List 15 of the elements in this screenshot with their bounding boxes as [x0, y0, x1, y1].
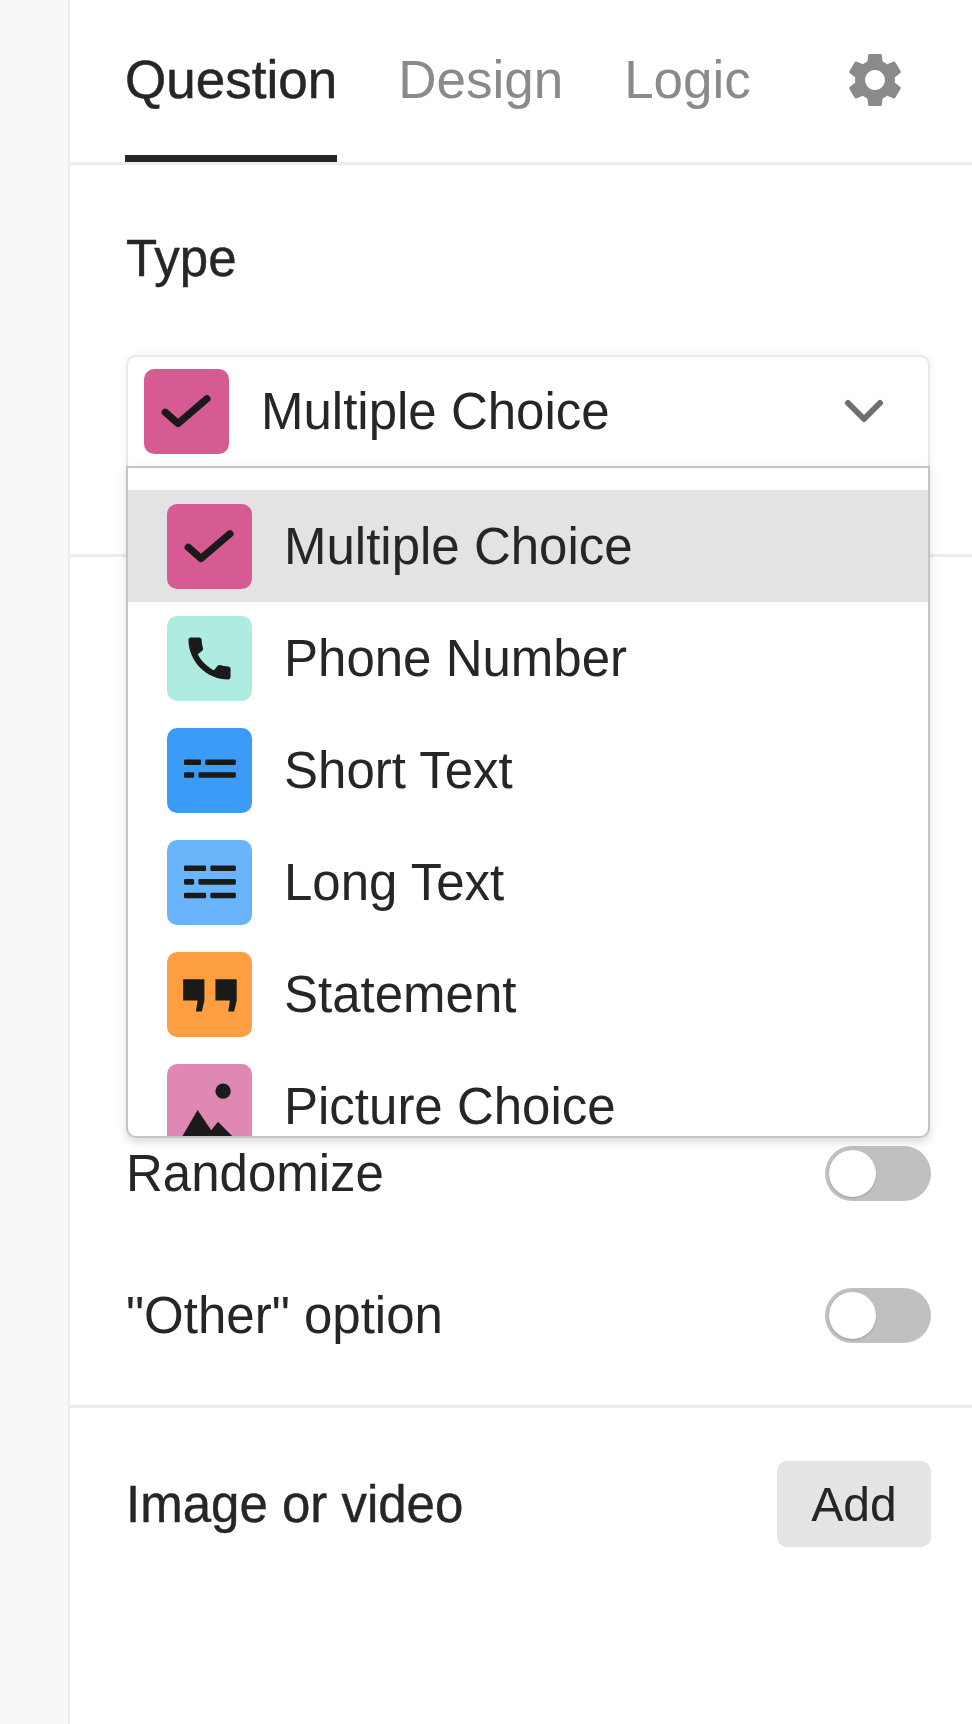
checkmark-icon [144, 369, 229, 454]
toggle-switch[interactable] [825, 1288, 931, 1343]
dropdown-option[interactable]: Short Text [128, 714, 928, 826]
dropdown-option[interactable]: Long Text [128, 826, 928, 938]
settings-icon[interactable] [848, 54, 901, 106]
dropdown-option[interactable]: Phone Number [128, 602, 928, 714]
dropdown-option[interactable]: Statement [128, 938, 928, 1050]
toggle-switch[interactable] [825, 1146, 931, 1201]
dropdown-option[interactable]: Multiple Choice [128, 490, 928, 602]
setting-label: Randomize [126, 1148, 384, 1199]
dropdown-option[interactable]: Picture Choice [128, 1050, 928, 1136]
tab[interactable]: Question [125, 0, 338, 162]
type-dropdown[interactable]: Multiple Choice [126, 355, 930, 466]
chevron-down-icon [843, 398, 885, 425]
add-button[interactable]: Add [777, 1461, 931, 1547]
